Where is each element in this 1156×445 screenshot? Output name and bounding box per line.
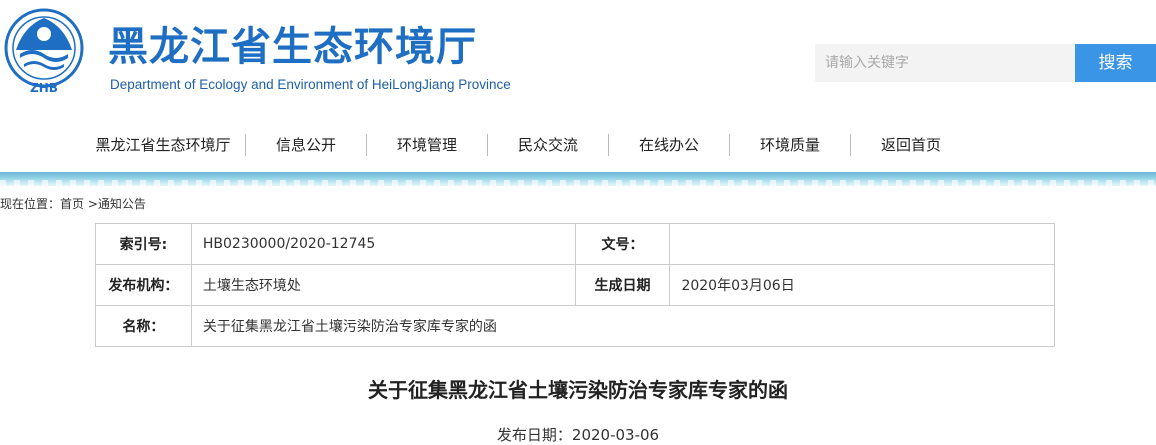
- site-header: ZHB 黑龙江省生态环境厅 Department of Ecology and …: [0, 0, 1156, 110]
- logo-text: ZHB: [30, 81, 58, 95]
- search-input[interactable]: [815, 44, 1075, 82]
- publish-date: 发布日期：2020-03-06: [496, 426, 660, 444]
- created-date-label: 生成日期: [574, 264, 671, 306]
- nav-item-env-quality[interactable]: 环境质量: [742, 130, 838, 160]
- nav-divider: [487, 134, 488, 156]
- breadcrumb-home-link[interactable]: 首页: [60, 197, 84, 211]
- nav-divider: [245, 134, 246, 156]
- site-subtitle: Department of Ecology and Environment of…: [110, 77, 511, 92]
- nav-item-back-home[interactable]: 返回首页: [863, 130, 959, 160]
- table-row: 索引号: HB0230000/2020-12745 文号：: [95, 223, 1055, 265]
- name-label: 名称：: [95, 305, 192, 347]
- index-value: HB0230000/2020-12745: [190, 223, 576, 265]
- nav-item-env-management[interactable]: 环境管理: [379, 130, 475, 160]
- index-label: 索引号:: [95, 223, 192, 265]
- breadcrumb-current-link[interactable]: 通知公告: [98, 197, 146, 211]
- nav-divider: [366, 134, 367, 156]
- main-nav: 黑龙江省生态环境厅 信息公开 环境管理 民众交流 在线办公 环境质量 返回首页: [0, 130, 1156, 160]
- nav-item-info-disclosure[interactable]: 信息公开: [258, 130, 354, 160]
- breadcrumb-separator: >: [84, 197, 98, 211]
- document-info-table: 索引号: HB0230000/2020-12745 文号： 发布机构： 土壤生态…: [95, 223, 1056, 347]
- nav-item-online-office[interactable]: 在线办公: [621, 130, 717, 160]
- nav-divider: [729, 134, 730, 156]
- name-value: 关于征集黑龙江省土壤污染防治专家库专家的函: [190, 305, 1056, 347]
- article-title: 关于征集黑龙江省土壤污染防治专家库专家的函: [368, 378, 788, 402]
- table-row: 名称： 关于征集黑龙江省土壤污染防治专家库专家的函: [95, 305, 1056, 347]
- nav-item-home-dept[interactable]: 黑龙江省生态环境厅: [88, 130, 238, 160]
- doc-number-label: 文号：: [574, 223, 671, 265]
- breadcrumb-prefix: 现在位置：: [0, 197, 61, 211]
- publisher-value: 土壤生态环境处: [190, 264, 576, 306]
- nav-divider: [608, 134, 609, 156]
- created-date-value: 2020年03月06日: [669, 264, 1055, 306]
- publisher-label: 发布机构：: [95, 264, 192, 306]
- table-row: 发布机构： 土壤生态环境处 生成日期 2020年03月06日: [95, 264, 1055, 306]
- site-title[interactable]: 黑龙江省生态环境厅: [108, 14, 477, 72]
- decorative-banner-texture: [0, 180, 1156, 186]
- nav-divider: [850, 134, 851, 156]
- search-button[interactable]: 搜索: [1075, 44, 1156, 82]
- breadcrumb: 现在位置：首页 >通知公告: [0, 195, 146, 212]
- nav-item-public-exchange[interactable]: 民众交流: [500, 130, 596, 160]
- doc-number-value: [669, 223, 1055, 265]
- zhb-logo-icon[interactable]: ZHB: [2, 6, 86, 96]
